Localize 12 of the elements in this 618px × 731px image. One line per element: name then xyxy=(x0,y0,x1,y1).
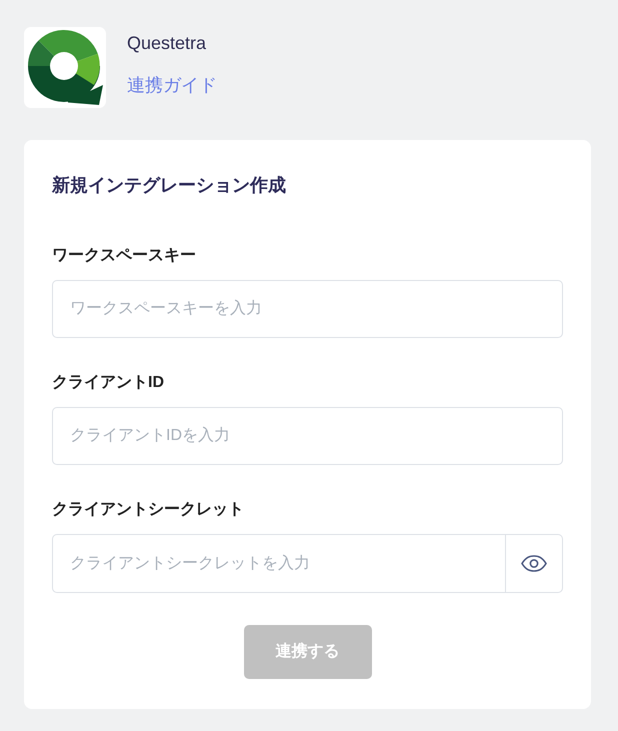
show-secret-button[interactable] xyxy=(506,534,563,593)
input-field[interactable]: ワークスペースキーを入力 xyxy=(52,280,563,338)
form-title: 新規インテグレーション作成 xyxy=(52,174,287,197)
field-label: ワークスペースキー xyxy=(52,246,197,266)
input-field[interactable]: クライアントシークレットを入力 xyxy=(52,534,506,593)
guide-link[interactable]: 連携ガイド xyxy=(127,72,217,98)
field-label: クライアントID xyxy=(52,373,165,393)
eye-icon xyxy=(521,555,547,572)
field-label: クライアントシークレット xyxy=(52,500,245,520)
logo-icon xyxy=(24,27,106,108)
app-name: Questetra xyxy=(127,32,208,55)
input-field[interactable]: クライアントIDを入力 xyxy=(52,407,563,465)
